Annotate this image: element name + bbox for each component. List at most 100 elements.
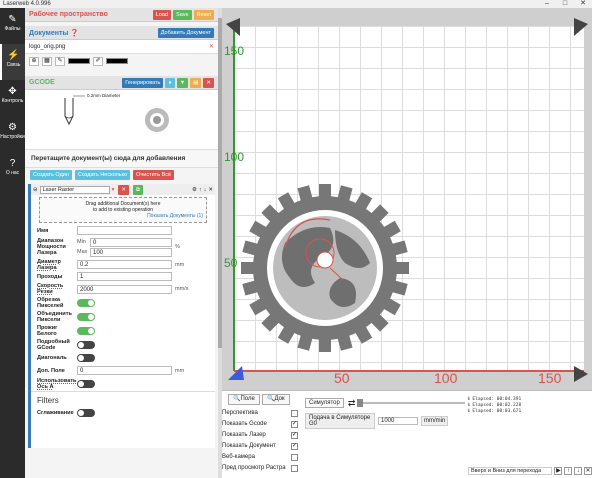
field-smoothing: Сглаживание <box>31 407 215 419</box>
move-up-icon[interactable]: ↑ <box>199 187 202 193</box>
title-bar: Laserweb 4.0.996 – □ ✕ <box>0 0 592 8</box>
field-power-range: Диапазон Мощности Лазера Min 0 Max 100 % <box>37 237 180 257</box>
option-raster-preview[interactable]: Пред просмотр Растра <box>222 465 302 475</box>
simulator-label: Симулятор <box>305 398 344 408</box>
shuffle-icon[interactable]: ⇄ <box>348 398 356 409</box>
history-up-icon[interactable]: ▶ <box>554 467 563 475</box>
add-document-button[interactable]: Добавить Документ <box>157 27 214 38</box>
clear-all-button[interactable]: Очистить Всё <box>133 170 175 180</box>
move-down-icon[interactable]: ↓ <box>204 187 207 193</box>
speed-input[interactable]: 2000 <box>77 284 172 294</box>
option-perspective[interactable]: Перспектива <box>222 410 302 420</box>
image-tool-icon[interactable]: ▦ <box>42 56 52 66</box>
remove-document-icon[interactable]: ✕ <box>209 43 214 50</box>
passes-input[interactable]: 1 <box>77 272 172 281</box>
nav-files[interactable]: ✎ Файлы <box>0 8 25 44</box>
power-min-input[interactable]: 0 <box>90 237 172 247</box>
window-controls: – □ ✕ <box>538 0 592 8</box>
name-input[interactable] <box>77 226 172 235</box>
join-toggle[interactable] <box>77 313 95 321</box>
stroke-color-swatch[interactable] <box>68 58 90 64</box>
option-webcam[interactable]: Веб-камера <box>222 454 302 464</box>
delete-gcode-icon[interactable]: ✕ <box>203 77 214 88</box>
document-row[interactable]: logo_orig.png ✕ <box>25 40 218 54</box>
webcam-checkbox[interactable] <box>291 454 298 461</box>
use-a-toggle[interactable] <box>77 380 95 388</box>
load-button[interactable]: Load <box>152 9 172 20</box>
show-document-checkbox[interactable]: ✓ <box>291 443 298 450</box>
option-show-gcode[interactable]: Показать Gcode ✓ <box>222 421 302 431</box>
field-use-a: Использовать Ось A <box>31 377 215 391</box>
gear-tooth <box>319 336 331 352</box>
perspective-checkbox[interactable] <box>291 410 298 417</box>
operation-color-icon[interactable]: ▾ <box>112 187 115 193</box>
canvas-overlay <box>226 18 588 382</box>
field-trim: Обрезка Пикселей <box>31 296 215 310</box>
window-title: Laserweb 4.0.996 <box>3 1 51 7</box>
workspace-canvas[interactable]: 150 100 50 50 100 150 <box>222 8 592 390</box>
console-footer: Вверх и Вниз для перехода ▶ ↑ ↓ ✕ <box>468 465 592 477</box>
gear-logo <box>241 184 409 352</box>
extra-input[interactable]: 0 <box>77 366 172 375</box>
minimize-button[interactable]: – <box>538 0 556 8</box>
gcode-header: GCODE Генерировать ● ▼ ▤ ✕ <box>25 76 218 90</box>
help-icon[interactable]: ❓ <box>70 30 79 37</box>
fill-tool-icon[interactable]: ✐ <box>93 56 103 66</box>
operation-settings-icon[interactable]: ⚙ <box>192 187 197 193</box>
maximize-button[interactable]: □ <box>556 0 574 8</box>
preview-icon[interactable]: ● <box>165 77 175 88</box>
nav-control[interactable]: ✥ Контроль <box>0 80 25 116</box>
option-show-document[interactable]: Показать Документ ✓ <box>222 443 302 453</box>
generate-button[interactable]: Генерировать <box>122 77 164 88</box>
close-button[interactable]: ✕ <box>574 0 592 8</box>
clear-console-icon[interactable]: ✕ <box>584 467 592 475</box>
smoothing-toggle[interactable] <box>77 409 95 417</box>
diameter-input[interactable]: 0.2 <box>77 260 172 269</box>
workspace-header: Рабочее пространство Load Save Reset <box>25 8 218 22</box>
show-documents-link[interactable]: Показать Документы (1) <box>40 213 206 219</box>
create-multiple-button[interactable]: Создать Несколько <box>74 170 131 180</box>
create-single-button[interactable]: Создать Один <box>30 170 72 180</box>
pen-tool-icon[interactable]: ✎ <box>55 56 65 66</box>
nav-connection[interactable]: ⚡ Связь <box>0 44 25 80</box>
select-tool-icon[interactable]: ⊕ <box>29 56 39 66</box>
tool-preview-svg <box>64 95 169 132</box>
burn-white-toggle[interactable] <box>77 327 95 335</box>
download-icon[interactable]: ▼ <box>176 77 189 88</box>
folder-icon[interactable]: ▤ <box>190 77 202 88</box>
documents-title: Документы ❓ <box>29 29 80 37</box>
fill-color-swatch[interactable] <box>106 58 128 64</box>
command-input[interactable]: Вверх и Вниз для перехода <box>468 467 553 475</box>
workspace-title: Рабочее пространство <box>29 11 108 18</box>
field-speed: Скорость Резки 2000 mm/s <box>37 283 189 295</box>
operation-type-select[interactable]: Laser Raster <box>39 185 110 194</box>
collapse-icon[interactable]: ⊖ <box>33 187 38 193</box>
sim-feed-input[interactable]: 1000 <box>378 417 418 425</box>
show-laser-checkbox[interactable]: ✓ <box>291 432 298 439</box>
power-max-input[interactable]: 100 <box>90 247 172 257</box>
operation-copy-icon[interactable]: ⧉ <box>132 184 143 195</box>
show-gcode-checkbox[interactable]: ✓ <box>291 421 298 428</box>
verbose-toggle[interactable] <box>77 341 95 349</box>
raster-preview-checkbox[interactable] <box>291 465 298 472</box>
operation-remove-icon[interactable]: ✕ <box>208 187 213 193</box>
operation-drop-zone[interactable]: Drag additional Document(s) here to add … <box>39 197 207 223</box>
sim-feed-unit: mm/min <box>421 416 449 426</box>
save-button[interactable]: Save <box>173 9 192 20</box>
option-show-laser[interactable]: Показать Лазер ✓ <box>222 432 302 442</box>
diagonal-toggle[interactable] <box>77 354 95 362</box>
tab-field[interactable]: 🔍Поле <box>228 394 260 405</box>
scroll-down-icon[interactable]: ↓ <box>574 467 583 475</box>
nav-about[interactable]: ? О нас <box>0 152 25 188</box>
simulator-slider[interactable] <box>357 399 465 407</box>
field-extra: Доп. Поле 0 mm <box>37 366 185 375</box>
reset-button[interactable]: Reset <box>193 9 214 20</box>
drop-zone[interactable]: Перетащите документ(ы) сюда для добавлен… <box>25 150 218 168</box>
operation-delete-icon[interactable]: ✕ <box>118 184 129 195</box>
tab-doc[interactable]: 🔍Док <box>262 394 290 405</box>
trim-toggle[interactable] <box>77 299 95 307</box>
x-tick-100: 100 <box>434 370 458 386</box>
nav-settings[interactable]: ⚙ Настройки <box>0 116 25 152</box>
scroll-up-icon[interactable]: ↑ <box>564 467 573 475</box>
field-name: Имя <box>31 225 215 236</box>
